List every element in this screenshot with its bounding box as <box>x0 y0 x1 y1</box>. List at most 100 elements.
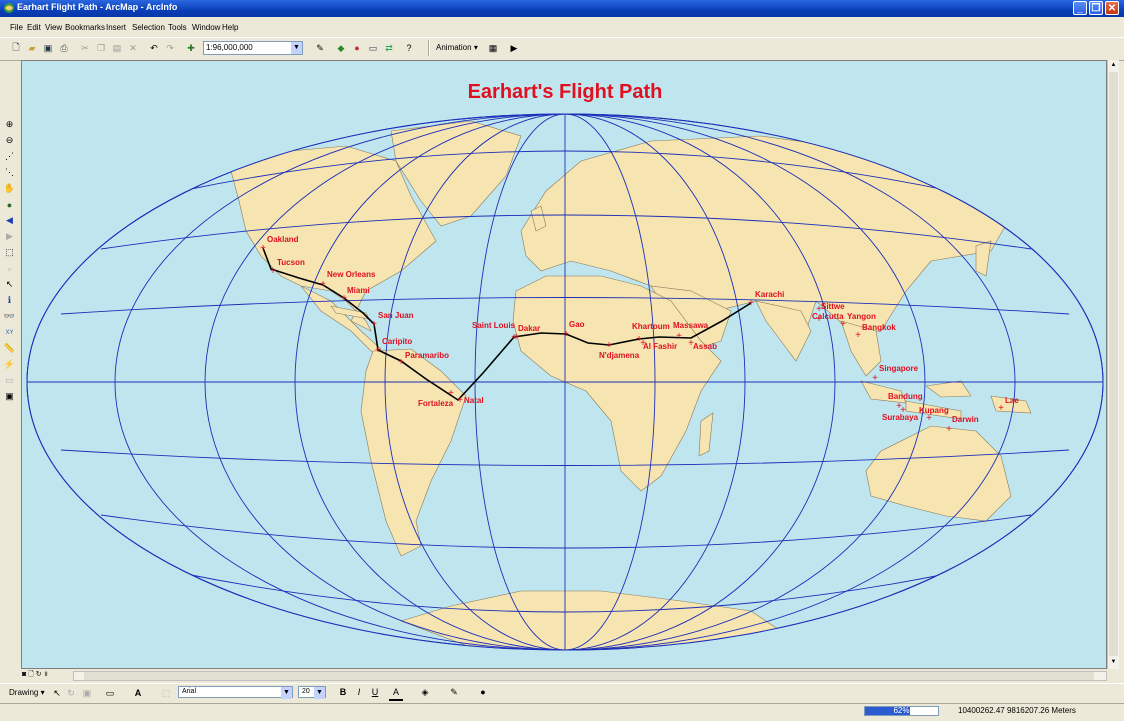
open-folder-icon[interactable]: ▰ <box>25 41 39 55</box>
layout-view-icon[interactable]: 🗋 <box>28 671 34 678</box>
bold-button[interactable]: B <box>336 685 350 699</box>
back-extent-icon[interactable]: ◀ <box>3 214 16 227</box>
minimize-button[interactable]: _ <box>1073 1 1087 15</box>
arctoolbox-icon[interactable]: ◆ <box>334 41 348 55</box>
status-bar <box>0 703 1124 721</box>
undo-icon[interactable]: ↶ <box>147 41 161 55</box>
scroll-thumb[interactable] <box>84 672 1094 680</box>
model-builder-icon[interactable]: ⇄ <box>382 41 396 55</box>
city-label: Saint Louis <box>472 321 516 330</box>
city-marker-icon: + <box>748 298 754 309</box>
print-icon[interactable]: ⎙ <box>57 41 71 55</box>
marker-color-icon[interactable]: ● <box>476 685 490 699</box>
new-document-icon[interactable]: 🗋 <box>9 41 23 55</box>
menu-insert[interactable]: Insert <box>106 23 126 32</box>
city-marker-icon: + <box>872 373 878 384</box>
toolbox-icon[interactable]: ● <box>350 41 364 55</box>
copy-icon[interactable]: ❐ <box>94 41 108 55</box>
city-label: Assab <box>693 342 717 351</box>
full-extent-icon[interactable]: ● <box>3 198 16 211</box>
line-color-icon[interactable]: ✎ <box>447 685 461 699</box>
zoom-in-icon[interactable]: ⊕ <box>3 118 16 131</box>
map-display[interactable]: Earhart's Flight Path + Oakland + Tucson… <box>21 60 1107 669</box>
callout-icon[interactable]: ⬚ <box>159 686 173 700</box>
forward-extent-icon[interactable]: ▶ <box>3 230 16 243</box>
rotate-icon[interactable]: ↻ <box>64 686 78 700</box>
city-label: Sittwe <box>821 302 845 311</box>
maximize-button[interactable]: ❐ <box>1089 1 1103 15</box>
chevron-down-icon[interactable]: ▼ <box>314 687 325 699</box>
find-icon[interactable]: 👓 <box>3 310 16 323</box>
animation-controls-icon[interactable]: ▶ <box>507 41 521 55</box>
fixed-zoom-in-icon[interactable]: ⋰ <box>3 150 16 163</box>
close-button[interactable]: ✕ <box>1105 1 1119 15</box>
time-slider-icon[interactable]: ▣ <box>3 390 16 403</box>
menu-bookmarks[interactable]: Bookmarks <box>65 23 105 32</box>
italic-button[interactable]: I <box>352 685 366 699</box>
delete-icon[interactable]: ✕ <box>126 41 140 55</box>
vertical-scrollbar[interactable]: ▲ ▼ <box>1107 60 1119 669</box>
menu-help[interactable]: Help <box>222 23 238 32</box>
save-icon[interactable]: ▣ <box>41 41 55 55</box>
animation-menu[interactable]: Animation ▾ <box>436 41 482 55</box>
city-label: San Juan <box>378 311 414 320</box>
horizontal-scrollbar[interactable] <box>73 671 1107 681</box>
scroll-down-icon[interactable]: ▼ <box>1109 657 1118 667</box>
city-label: Bandung <box>888 392 923 401</box>
menu-edit[interactable]: Edit <box>27 23 41 32</box>
city-label: Paramaribo <box>405 351 449 360</box>
cut-icon[interactable]: ✂ <box>78 41 92 55</box>
rectangle-icon[interactable]: ▭ <box>103 686 117 700</box>
scroll-up-icon[interactable]: ▲ <box>1109 60 1118 70</box>
drawing-menu[interactable]: Drawing ▾ <box>9 688 45 697</box>
chevron-down-icon[interactable]: ▼ <box>291 42 302 54</box>
select-features-icon[interactable]: ⬚ <box>3 246 16 259</box>
underline-button[interactable]: U <box>368 685 382 699</box>
measure-icon[interactable]: 📏 <box>3 342 16 355</box>
world-map: +Oakland+Tucson+New Orleans+Miami+San Ju… <box>26 113 1104 651</box>
editor-toolbar-icon[interactable]: ✎ <box>313 41 327 55</box>
fill-color-icon[interactable]: ◈ <box>418 685 432 699</box>
refresh-icon[interactable]: ↻ <box>36 671 42 678</box>
clear-selection-icon[interactable]: ▫ <box>3 262 16 275</box>
menu-file[interactable]: File <box>10 23 23 32</box>
city-marker-icon: + <box>457 395 463 406</box>
go-to-xy-icon[interactable]: XY <box>3 326 16 339</box>
city-label: Massawa <box>673 321 709 330</box>
command-line-icon[interactable]: ▭ <box>366 41 380 55</box>
redo-icon[interactable]: ↷ <box>163 41 177 55</box>
city-label: Yangon <box>847 312 876 321</box>
scroll-thumb[interactable] <box>1109 72 1118 656</box>
chevron-down-icon[interactable]: ▼ <box>281 687 292 699</box>
fixed-zoom-out-icon[interactable]: ⋱ <box>3 166 16 179</box>
capture-view-icon[interactable]: ▦ <box>486 41 500 55</box>
font-size-select[interactable]: 20 ▼ <box>298 686 326 699</box>
whats-this-icon[interactable]: ? <box>402 41 416 55</box>
font-color-button[interactable]: A <box>389 685 403 701</box>
add-data-icon[interactable]: ✚ <box>184 41 198 55</box>
city-label: Oakland <box>267 235 299 244</box>
data-view-icon[interactable]: ◙ <box>22 671 26 678</box>
city-label: New Orleans <box>327 270 376 279</box>
menu-window[interactable]: Window <box>192 23 220 32</box>
hyperlink-icon[interactable]: ⚡ <box>3 358 16 371</box>
select-elements-icon[interactable]: ↖ <box>50 686 64 700</box>
font-name-select[interactable]: Arial ▼ <box>178 686 293 699</box>
city-label: Gao <box>569 320 585 329</box>
menu-tools[interactable]: Tools <box>168 23 187 32</box>
map-scale-combo[interactable]: 1:96,000,000 ▼ <box>203 41 303 55</box>
select-elements-icon[interactable]: ↖ <box>3 278 16 291</box>
pan-icon[interactable]: ✋ <box>3 182 16 195</box>
zoom-out-icon[interactable]: ⊖ <box>3 134 16 147</box>
city-label: Al Fashir <box>643 342 677 351</box>
html-popup-icon[interactable]: ▭ <box>3 374 16 387</box>
identify-icon[interactable]: ℹ <box>3 294 16 307</box>
paste-icon[interactable]: ▤ <box>110 41 124 55</box>
zoom-whole-page-icon[interactable]: ▣ <box>80 686 94 700</box>
menu-view[interactable]: View <box>45 23 62 32</box>
city-marker-icon: + <box>606 340 612 351</box>
pause-drawing-icon[interactable]: ॥ <box>44 671 48 678</box>
city-label: Kupang <box>919 406 949 415</box>
text-tool-icon[interactable]: A <box>131 686 145 700</box>
menu-selection[interactable]: Selection <box>132 23 165 32</box>
